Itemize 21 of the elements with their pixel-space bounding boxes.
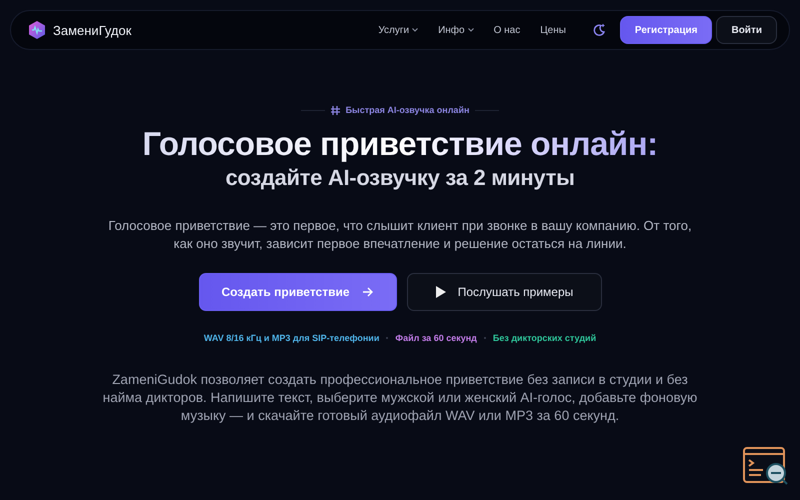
play-icon xyxy=(434,286,446,298)
eyebrow-label: Быстрая AI-озвучка онлайн xyxy=(346,105,470,115)
code-search-icon[interactable] xyxy=(742,446,790,486)
lead-paragraph: Голосовое приветствие — это первое, что слышит клиент при звонке в вашу компанию. От того, как оно звучит, зависит первое впечатление и решение остаться на линии. xyxy=(107,217,693,253)
hero-subtitle: создайте AI-озвучку за 2 минуты xyxy=(225,165,575,191)
description-paragraph: ZameniGudok позволяет создать профессиональное приветствие без записи в студии и без найма дикторов. Напишите текст, выберите мужской или женский AI-голос, добавьте фоновую музыку — и скачайте готовый аудиофайл WAV или MP3 за 60 секунд. xyxy=(102,371,698,425)
brand-name[interactable]: ЗамениГудок xyxy=(53,22,132,38)
feature-label: Без дикторских студий xyxy=(492,333,596,343)
nav-link[interactable]: Цены xyxy=(540,24,566,36)
arrow-right-icon xyxy=(362,287,374,297)
logo-icon xyxy=(27,20,47,40)
nav-link[interactable]: Услуги xyxy=(378,24,418,36)
moon-icon[interactable] xyxy=(592,23,606,37)
feature-label: WAV 8/16 кГц и MP3 для SIP-телефонии xyxy=(204,333,380,343)
feature-label: Файл за 60 секунд xyxy=(395,333,477,343)
listen-examples-button[interactable]: Послушать примеры xyxy=(406,273,602,311)
register-button[interactable]: Регистрация xyxy=(620,16,712,44)
nav-link[interactable]: Инфо xyxy=(438,24,474,36)
nav-link[interactable]: О нас xyxy=(494,24,520,36)
create-greeting-button[interactable]: Создать приветствие xyxy=(198,273,396,311)
login-button[interactable]: Войти xyxy=(716,16,777,44)
